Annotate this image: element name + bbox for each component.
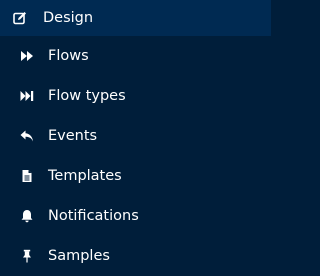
nav-item-events[interactable]: Events: [0, 116, 271, 156]
nav-item-samples[interactable]: Samples: [0, 236, 271, 276]
nav-item-flows[interactable]: Flows: [0, 36, 271, 76]
pushpin-icon: [20, 249, 34, 263]
document-icon: [20, 169, 34, 183]
side-navigation: Design Flows Flow types Events Templates…: [0, 0, 271, 276]
nav-item-label: Templates: [48, 168, 122, 184]
nav-item-templates[interactable]: Templates: [0, 156, 271, 196]
fast-forward-icon: [20, 49, 34, 63]
bell-icon: [20, 209, 34, 223]
nav-item-label: Flow types: [48, 88, 126, 104]
nav-item-flow-types[interactable]: Flow types: [0, 76, 271, 116]
nav-item-design[interactable]: Design: [0, 0, 271, 36]
pencil-square-icon: [13, 11, 27, 25]
nav-item-label: Flows: [48, 48, 89, 64]
nav-item-label: Samples: [48, 248, 110, 264]
nav-item-label: Events: [48, 128, 98, 144]
nav-item-label: Notifications: [48, 208, 139, 224]
reply-icon: [20, 129, 34, 143]
nav-item-notifications[interactable]: Notifications: [0, 196, 271, 236]
nav-item-label: Design: [43, 10, 94, 26]
step-forward-icon: [20, 89, 34, 103]
